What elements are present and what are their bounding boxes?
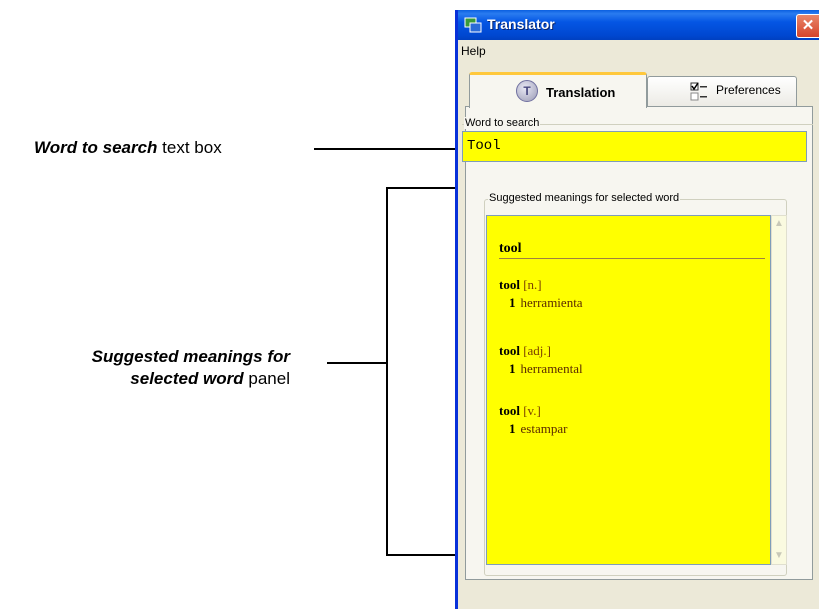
menu-help[interactable]: Help (461, 44, 486, 58)
preferences-checklist-icon (690, 82, 707, 101)
sense-number: 1 (509, 295, 516, 310)
sense-meaning: estampar (520, 421, 568, 436)
sense-meaning: herramental (520, 361, 583, 376)
entry-part-of-speech: [n.] (523, 277, 542, 292)
headword: tool (499, 241, 522, 256)
tab-translation-label: Translation (546, 85, 616, 100)
word-to-search-input[interactable]: Tool (462, 131, 807, 162)
suggested-meanings-label: Suggested meanings for selected word (488, 192, 681, 204)
callout-bold-text: selected word (130, 369, 244, 388)
bracket-bottom (386, 554, 456, 556)
dictionary-entry: tool [n.] 1 herramienta (499, 276, 583, 312)
meanings-panel-callout: Suggested meanings for selected word pan… (0, 346, 290, 390)
close-icon: ✕ (801, 17, 815, 34)
callout-bold-text: Word to search (34, 138, 158, 157)
sense-meaning: herramienta (520, 295, 583, 310)
bracket-top (386, 187, 456, 189)
bracket-vertical (386, 187, 388, 555)
callout-text: text box (157, 138, 222, 157)
entry-part-of-speech: [adj.] (523, 343, 551, 358)
entry-word: tool (499, 277, 520, 292)
close-button[interactable]: ✕ (796, 14, 819, 38)
menu-help-label: Help (461, 44, 486, 58)
scroll-up-arrow-icon[interactable]: ▲ (773, 217, 785, 231)
dictionary-entry: tool [v.] 1 estampar (499, 402, 567, 438)
sense-number: 1 (509, 361, 516, 376)
word-to-search-callout: Word to search text box (34, 137, 296, 159)
translator-app-icon (464, 17, 482, 33)
translator-window: Translator ✕ Help T Translation Preferen… (455, 10, 819, 609)
headword-divider (499, 258, 765, 259)
translation-icon: T (516, 80, 538, 102)
entry-part-of-speech: [v.] (523, 403, 541, 418)
window-title: Translator (487, 16, 555, 32)
callout-bold-text: Suggested meanings for (91, 347, 290, 366)
entry-word: tool (499, 343, 520, 358)
tab-preferences-label: Preferences (716, 83, 781, 97)
tab-translation[interactable]: T Translation (469, 72, 647, 108)
tab-preferences[interactable]: Preferences (647, 76, 797, 106)
sense-number: 1 (509, 421, 516, 436)
title-bar[interactable]: Translator ✕ (458, 10, 819, 40)
callout-text: panel (243, 369, 290, 388)
suggested-meanings-panel[interactable]: tool tool [n.] 1 herramienta tool [adj.] … (486, 215, 771, 565)
word-to-search-label: Word to search (464, 117, 541, 129)
dictionary-entry: tool [adj.] 1 herramental (499, 342, 583, 378)
menu-bar: Help (458, 40, 819, 60)
word-callout-line (314, 148, 459, 150)
entry-word: tool (499, 403, 520, 418)
meanings-scrollbar[interactable]: ▲ ▼ (771, 215, 787, 565)
meanings-callout-line (327, 362, 387, 364)
scroll-down-arrow-icon[interactable]: ▼ (773, 549, 785, 563)
